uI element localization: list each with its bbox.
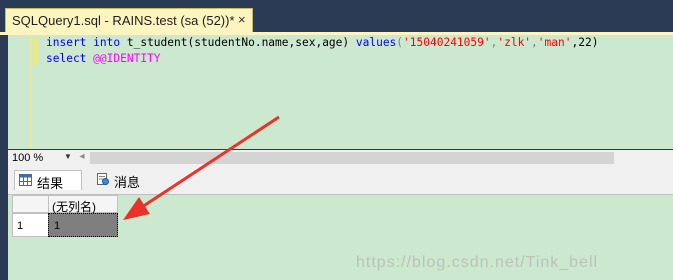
arrow-shaft <box>141 115 280 209</box>
annotation-arrow <box>123 115 280 220</box>
arrow-head <box>123 197 150 220</box>
